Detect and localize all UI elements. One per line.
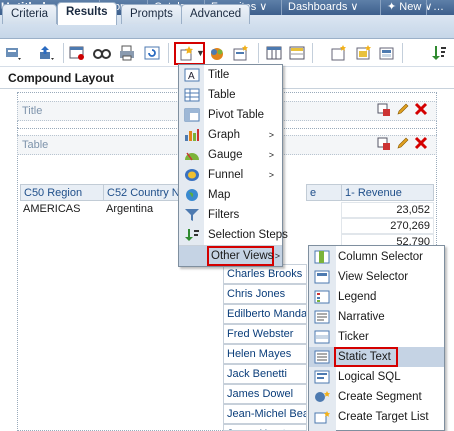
country-cell: Argentina	[106, 203, 154, 215]
close-icon[interactable]	[414, 102, 428, 116]
column-header-region[interactable]: C50 Region	[20, 184, 104, 201]
chevron-right-icon: >	[268, 130, 274, 140]
new-compound-layout-icon[interactable]	[232, 44, 250, 62]
graph-icon	[185, 129, 199, 141]
nav-more[interactable]: …	[426, 0, 450, 15]
name-link[interactable]: Chris Jones	[223, 284, 307, 304]
menu-item-create-segment[interactable]: Create Segment	[309, 387, 444, 407]
menu-item-funnel[interactable]: Funnel >	[179, 165, 282, 185]
menu-item-logical-sql[interactable]: Logical SQL	[309, 367, 444, 387]
menu-item-gauge[interactable]: Gauge >	[179, 145, 282, 165]
menu-item-ticker[interactable]: Ticker	[309, 327, 444, 347]
edit-view-icon[interactable]	[377, 137, 391, 151]
show-data-icon[interactable]	[288, 44, 306, 62]
column-header-revenue[interactable]: 1- Revenue	[341, 184, 434, 201]
new-view-button[interactable]: ▼	[174, 42, 205, 65]
table-view-icon	[184, 88, 200, 102]
sort-icon[interactable]	[430, 44, 448, 62]
name-link[interactable]: Charles Brooks	[223, 264, 307, 284]
tab-advanced[interactable]: Advanced	[181, 4, 251, 24]
create-target-list-icon	[314, 411, 330, 424]
tab-results[interactable]: Results	[57, 2, 117, 25]
svg-text:A: A	[188, 71, 195, 82]
ticker-icon	[314, 330, 330, 344]
chevron-right-icon: >	[268, 170, 274, 180]
toolbar-separator	[402, 43, 403, 63]
menu-item-graph[interactable]: Graph >	[179, 125, 282, 145]
menu-item-legend[interactable]: Legend	[309, 287, 444, 307]
tab-criteria[interactable]: Criteria	[2, 4, 58, 24]
add-views-icon[interactable]	[208, 44, 226, 62]
menu-item-pivot-table[interactable]: Pivot Table	[179, 105, 282, 125]
filters-icon	[185, 209, 199, 221]
title-view-icon: A	[184, 68, 200, 82]
print-icon[interactable]	[118, 44, 136, 62]
column-selector-icon	[314, 250, 330, 264]
column-header-name[interactable]: e	[306, 184, 342, 201]
menu-item-narrative[interactable]: Narrative	[309, 307, 444, 327]
narrative-icon	[314, 310, 330, 324]
tab-prompts[interactable]: Prompts	[121, 4, 182, 24]
pencil-icon[interactable]	[396, 102, 410, 116]
menu-item-title[interactable]: A Title	[179, 65, 282, 85]
new-view-2-icon[interactable]	[330, 44, 348, 62]
logical-sql-icon	[314, 370, 330, 384]
format-icon[interactable]	[355, 44, 373, 62]
new-view-icon	[180, 46, 193, 61]
chevron-right-icon: >	[268, 150, 274, 160]
name-link[interactable]: Jack Benetti	[223, 364, 307, 384]
toolbar-separator	[312, 43, 313, 63]
create-segment-icon	[315, 391, 330, 402]
chevron-right-icon: >	[274, 251, 280, 261]
legend-icon	[314, 290, 330, 304]
pivot-table-icon	[184, 108, 200, 122]
nav-dashboards[interactable]: Dashboards ∨	[281, 0, 364, 15]
menu-item-selection-steps[interactable]: Selection Steps	[179, 225, 288, 245]
columns-icon[interactable]	[265, 44, 283, 62]
compound-layout-title: Compound Layout	[8, 71, 114, 85]
name-link[interactable]: Jean-Michel Beau	[223, 404, 307, 424]
chevron-down-icon: ▼	[196, 48, 205, 58]
revenue-cell: 270,269	[341, 218, 434, 234]
toolbar-separator	[63, 43, 64, 63]
menu-item-map[interactable]: Map	[179, 185, 282, 205]
export-icon[interactable]	[38, 44, 56, 62]
selection-steps-icon	[185, 229, 199, 241]
gauge-icon	[185, 152, 199, 161]
name-link[interactable]: Fred Webster	[223, 324, 307, 344]
menu-item-create-target-list[interactable]: Create Target List	[309, 407, 444, 427]
edit-properties-icon[interactable]	[4, 44, 22, 62]
revenue-cell: 23,052	[341, 202, 434, 218]
print-preview-icon[interactable]	[68, 44, 86, 62]
toolbar-separator	[168, 43, 169, 63]
view-selector-icon	[314, 270, 330, 284]
menu-item-static-text[interactable]: Static Text	[309, 347, 444, 367]
name-link[interactable]: James Dowel	[223, 384, 307, 404]
menu-item-filters[interactable]: Filters	[179, 205, 282, 225]
static-text-icon	[314, 350, 330, 364]
refresh-icon[interactable]	[143, 44, 161, 62]
funnel-icon	[185, 169, 199, 181]
menu-item-column-selector[interactable]: Column Selector	[309, 247, 444, 267]
menu-item-view-selector[interactable]: View Selector	[309, 267, 444, 287]
preview-icon[interactable]	[93, 44, 111, 62]
toolbar-separator	[258, 43, 259, 63]
edit-view-icon[interactable]	[377, 103, 391, 117]
close-icon[interactable]	[414, 136, 428, 150]
region-cell: AMERICAS	[23, 203, 81, 215]
layout-icon[interactable]	[378, 44, 396, 62]
name-link[interactable]: Jonny Harston	[223, 424, 307, 431]
name-link[interactable]: Helen Mayes	[223, 344, 307, 364]
map-icon	[186, 189, 198, 201]
column-header-country[interactable]: C52 Country N	[103, 184, 183, 201]
name-link[interactable]: Edilberto Mandan	[223, 304, 307, 324]
menu-item-table[interactable]: Table	[179, 85, 282, 105]
menu-item-other-views[interactable]: Other Views >	[179, 246, 282, 266]
pencil-icon[interactable]	[396, 136, 410, 150]
